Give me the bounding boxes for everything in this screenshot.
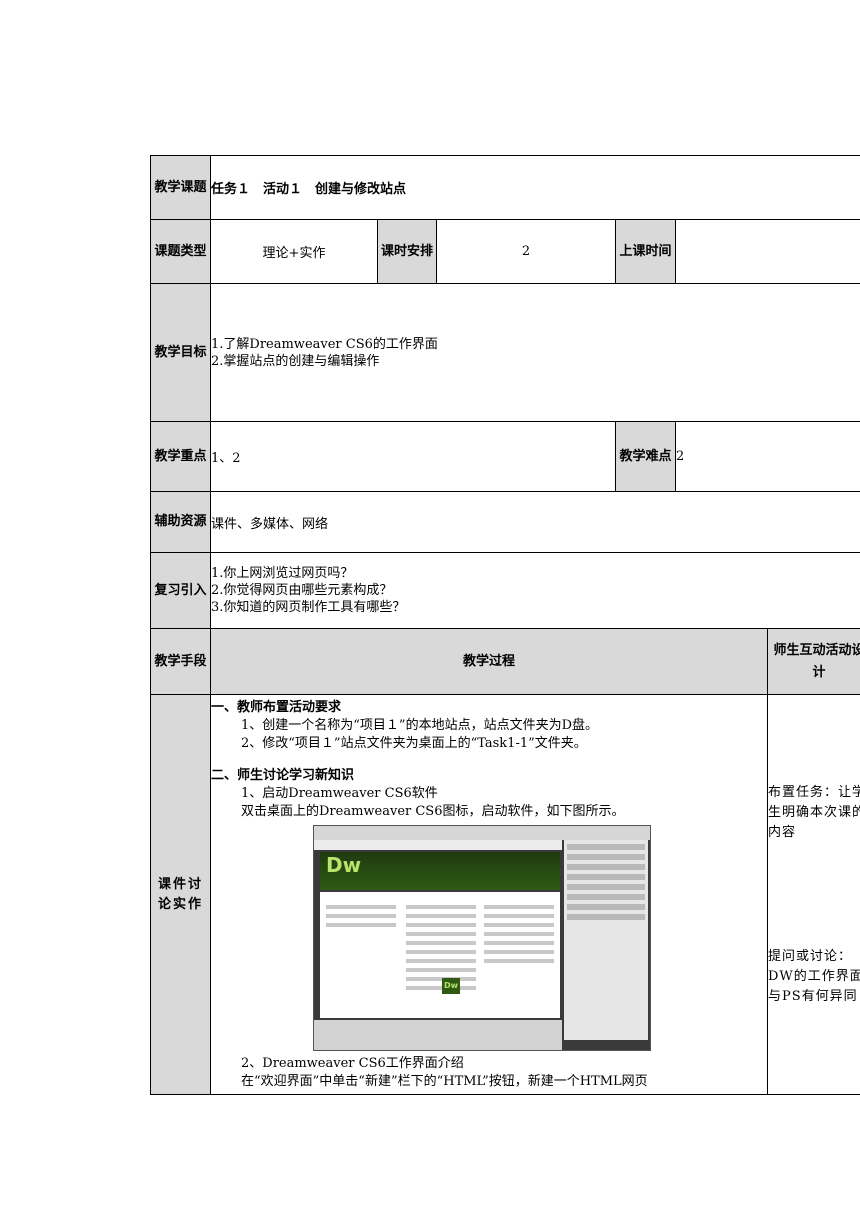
step-item: 1、创建一个名称为“项目１”的本地站点，站点文件夹为D盘。 <box>241 717 598 733</box>
lesson-plan-table: 教学课题 任务１ 活动１ 创建与修改站点 课题类型 理论+实作 课时安排 2 上… <box>150 155 860 1095</box>
key-value: 1、2 <box>210 421 616 492</box>
lesson-plan: 教学课题 任务１ 活动１ 创建与修改站点 课题类型 理论+实作 课时安排 2 上… <box>150 155 860 1095</box>
interaction-note: 布置任务：让学生明确本次课的内容 <box>768 784 860 840</box>
topic-value: 任务１ 活动１ 创建与修改站点 <box>209 155 860 220</box>
screenshot-column <box>406 900 476 995</box>
difficult-value: 2 <box>674 421 860 492</box>
interaction-note: 提问或讨论：DW的工作界面与PS有何异同 <box>768 948 860 1004</box>
step-item: 1、启动Dreamweaver CS6软件 <box>241 785 438 801</box>
resources-label: 辅助资源 <box>150 491 211 553</box>
interaction-label: 师生互动活动设计 <box>766 628 860 695</box>
hours-label: 课时安排 <box>377 219 437 284</box>
section-title: 二、师生讨论学习新知识 <box>211 767 355 783</box>
step-item: 2、Dreamweaver CS6工作界面介绍 <box>241 1055 464 1071</box>
screenshot-column <box>326 900 396 932</box>
goal-item: 1.了解Dreamweaver CS6的工作界面 <box>211 336 438 352</box>
dw-badge-icon: Dw <box>442 977 460 994</box>
step-item: 2、修改“项目１”站点文件夹为桌面上的“Task1-1”文件夹。 <box>241 735 587 751</box>
screenshot-menubar <box>314 825 650 840</box>
row-review: 复习引入 1.你上网浏览过网页吗？ 2.你觉得网页由哪些元素构成？ 3.你知道的… <box>150 552 860 629</box>
row-goals: 教学目标 1.了解Dreamweaver CS6的工作界面 2.掌握站点的创建与… <box>150 283 860 422</box>
screenshot-toolbar <box>314 839 562 850</box>
row-type: 课题类型 理论+实作 课时安排 2 上课时间 <box>150 219 860 284</box>
method-value: 课件讨论实作 <box>150 694 211 1095</box>
difficult-label: 教学难点 <box>615 421 676 492</box>
section-title: 一、教师布置活动要求 <box>211 699 342 715</box>
screenshot-properties-bar <box>314 1019 562 1050</box>
process-body: 一、教师布置活动要求 1、创建一个名称为“项目１”的本地站点，站点文件夹为D盘。… <box>210 694 768 1095</box>
topic-label: 教学课题 <box>150 155 211 220</box>
review-label: 复习引入 <box>150 552 211 629</box>
screenshot-panel <box>564 839 648 1040</box>
method-label: 教学手段 <box>150 628 211 695</box>
screenshot-column <box>484 900 554 968</box>
type-label: 课题类型 <box>150 219 211 284</box>
review-item: 1.你上网浏览过网页吗？ <box>211 566 354 581</box>
step-desc: 在“欢迎界面”中单击“新建”栏下的“HTML”按钮，新建一个HTML网页 <box>241 1073 648 1089</box>
review-item: 3.你知道的网页制作工具有哪些？ <box>211 600 406 615</box>
time-value <box>674 219 860 284</box>
row-resources: 辅助资源 课件、多媒体、网络 <box>150 491 860 553</box>
time-label: 上课时间 <box>615 219 676 284</box>
goals-label: 教学目标 <box>150 283 211 422</box>
row-topic: 教学课题 任务１ 活动１ 创建与修改站点 <box>150 155 860 220</box>
process-label: 教学过程 <box>210 628 768 695</box>
screenshot-welcome-screen: Dw <box>320 891 560 1018</box>
hours-value: 2 <box>436 219 616 284</box>
interaction-notes: 布置任务：让学生明确本次课的内容 提问或讨论：DW的工作界面与PS有何异同 <box>766 694 860 1095</box>
goals-value: 1.了解Dreamweaver CS6的工作界面 2.掌握站点的创建与编辑操作 <box>209 283 860 422</box>
resources-value: 课件、多媒体、网络 <box>209 491 860 553</box>
dw-logo-icon: Dw <box>326 852 362 877</box>
step-desc: 双击桌面上的Dreamweaver CS6图标，启动软件，如下图所示。 <box>241 803 625 819</box>
type-value: 理论+实作 <box>210 219 378 284</box>
goal-item: 2.掌握站点的创建与编辑操作 <box>211 353 380 369</box>
screenshot-banner: Dw <box>320 851 560 890</box>
row-process-header: 教学手段 教学过程 师生互动活动设计 <box>150 628 860 695</box>
key-label: 教学重点 <box>150 421 211 492</box>
row-process: 课件讨论实作 一、教师布置活动要求 1、创建一个名称为“项目１”的本地站点，站点… <box>150 694 860 1095</box>
dreamweaver-screenshot: Dw Dw <box>313 824 651 1051</box>
review-value: 1.你上网浏览过网页吗？ 2.你觉得网页由哪些元素构成？ 3.你知道的网页制作工… <box>209 552 860 629</box>
review-item: 2.你觉得网页由哪些元素构成？ <box>211 583 393 598</box>
row-key: 教学重点 1、2 教学难点 2 <box>150 421 860 492</box>
